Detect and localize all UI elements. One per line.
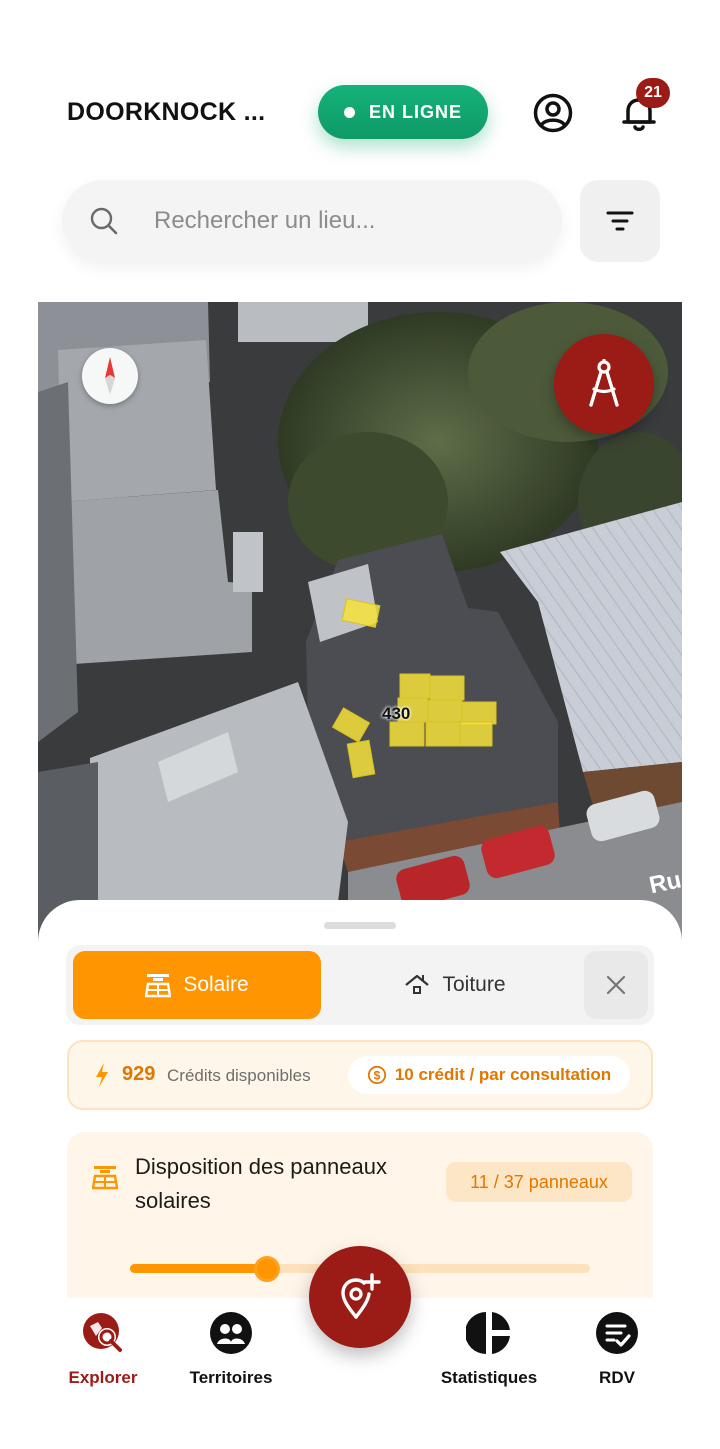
measure-tool-button[interactable]: [554, 334, 654, 434]
appointment-check-icon: [596, 1312, 638, 1354]
search-icon: [90, 207, 118, 235]
app-title: DOORKNOCK ...: [67, 98, 266, 126]
territories-icon: [210, 1312, 252, 1354]
panel-slider-fill: [130, 1264, 267, 1273]
panel-count-badge: 11 / 37 panneaux: [446, 1162, 632, 1202]
filter-icon: [606, 211, 634, 231]
add-location-icon: [341, 1273, 381, 1319]
close-icon: [606, 975, 626, 995]
tab-solar-label: Solaire: [183, 973, 249, 996]
nav-label-territoires: Territoires: [189, 1368, 273, 1387]
nav-statistiques[interactable]: Statistiques: [419, 1310, 559, 1388]
credits-available-label: Crédits disponibles: [167, 1066, 311, 1085]
search-bar: [62, 180, 562, 262]
cost-label: 10 crédit / par consultation: [394, 1065, 612, 1084]
user-circle-icon: [533, 93, 573, 133]
profile-button[interactable]: [530, 90, 576, 136]
tab-roof-label: Toiture: [442, 973, 506, 996]
tab-roof[interactable]: Toiture: [330, 951, 580, 1019]
cost-badge: $ 10 crédit / par consultation: [348, 1056, 630, 1094]
panel-layout-title: Disposition des panneaux solaires: [135, 1154, 387, 1213]
nav-territoires[interactable]: Territoires: [161, 1310, 301, 1388]
compass-icon: [105, 357, 115, 395]
lightning-icon: [96, 1063, 108, 1087]
explore-search-icon: [83, 1313, 122, 1352]
tab-solar[interactable]: Solaire: [73, 951, 321, 1019]
nav-label-rdv: RDV: [599, 1368, 635, 1387]
solar-panel-icon: [92, 1166, 118, 1190]
address-number-label: 430: [382, 704, 411, 723]
search-input[interactable]: [154, 200, 534, 242]
panel-slider-thumb[interactable]: [253, 1256, 280, 1282]
dollar-coin-icon: $: [367, 1065, 386, 1085]
sheet-drag-handle[interactable]: [324, 922, 396, 929]
nav-rdv[interactable]: RDV: [547, 1310, 687, 1388]
nav-label-explorer: Explorer: [68, 1368, 138, 1387]
status-dot: [343, 106, 355, 118]
credits-available-value: 929: [122, 1063, 156, 1085]
app-header: DOORKNOCK ... EN LIGNE: [0, 80, 720, 144]
nav-explorer[interactable]: Explorer: [33, 1310, 173, 1388]
svg-text:$: $: [373, 1069, 380, 1083]
compass-drawing-icon: [589, 359, 619, 407]
roof-icon: [405, 974, 430, 994]
nav-label-statistiques: Statistiques: [440, 1368, 538, 1387]
solar-panel-icon: [145, 974, 172, 998]
online-status-button[interactable]: EN LIGNE: [318, 85, 488, 139]
close-sheet-button[interactable]: [584, 951, 648, 1019]
compass-button[interactable]: [82, 348, 138, 404]
pie-chart-icon: [466, 1312, 510, 1354]
add-location-button[interactable]: [309, 1246, 411, 1348]
notification-badge: 21: [636, 78, 670, 108]
status-label: EN LIGNE: [368, 101, 462, 122]
filter-button[interactable]: [580, 180, 660, 262]
